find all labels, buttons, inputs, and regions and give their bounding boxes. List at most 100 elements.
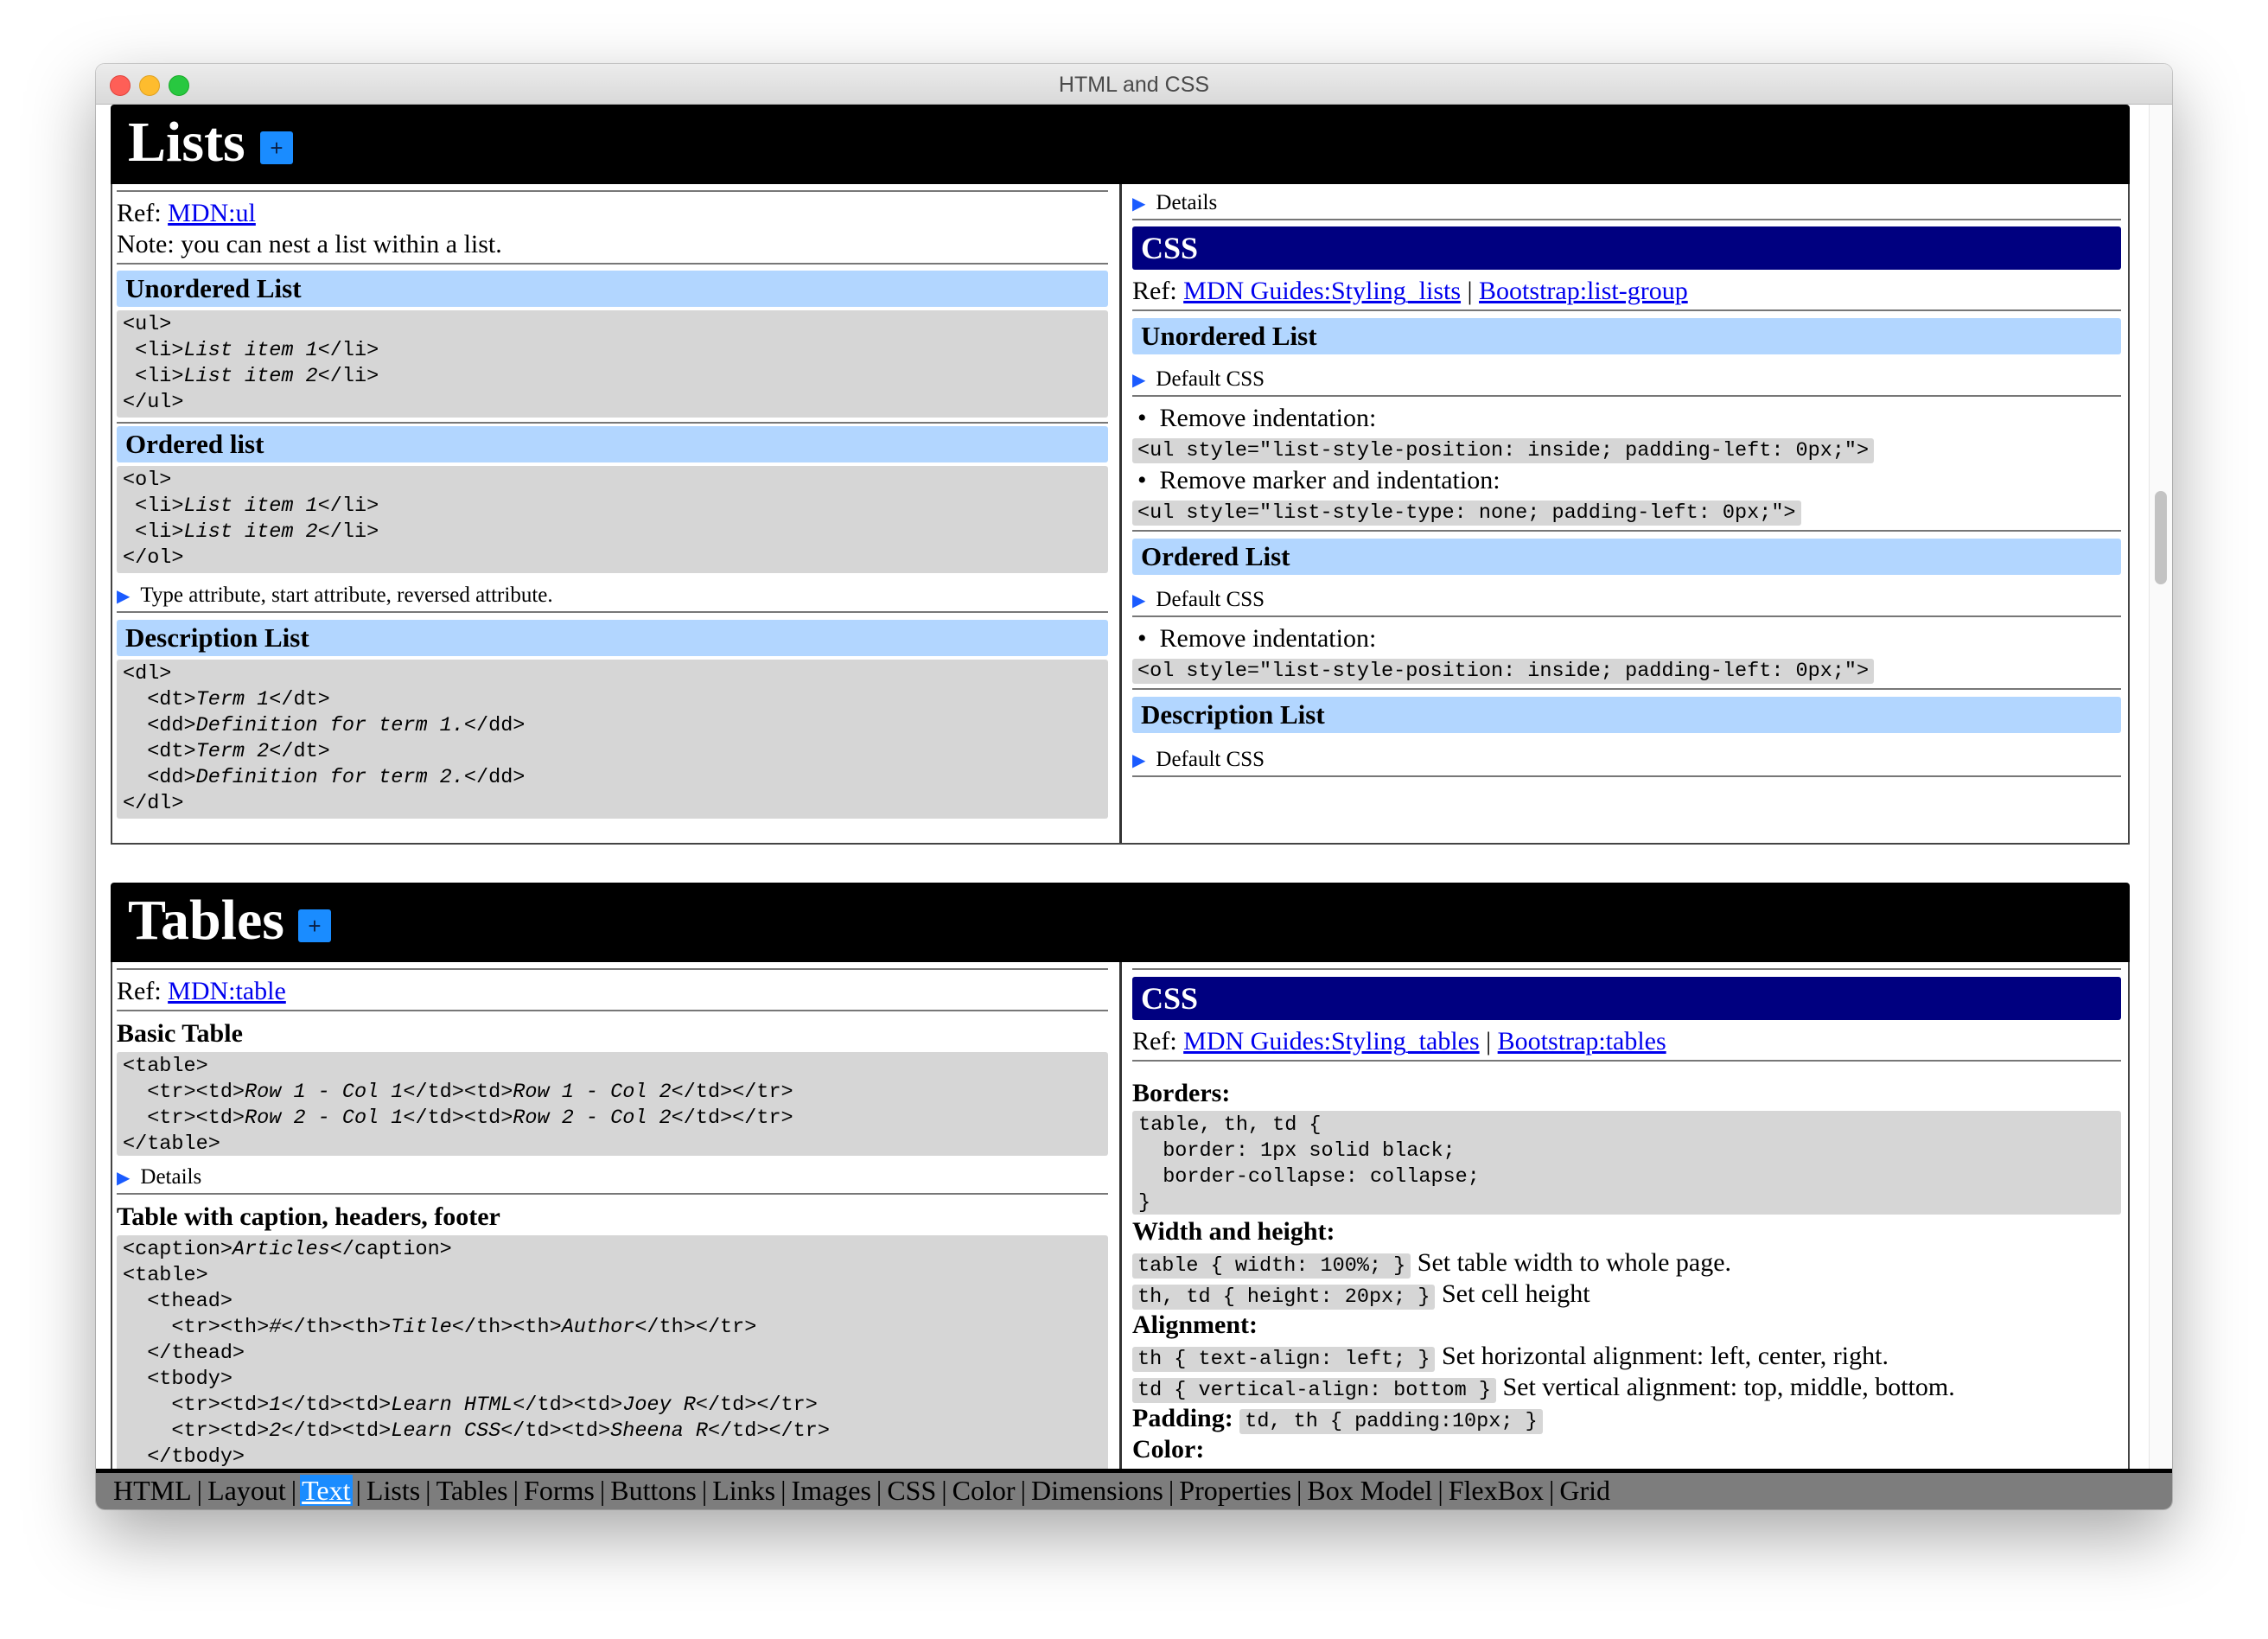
- nav-separator: |: [780, 1475, 787, 1506]
- unordered-list-heading: Unordered List: [117, 271, 1108, 307]
- bootstrap-list-group-link[interactable]: Bootstrap:list-group: [1479, 277, 1688, 305]
- nav-separator: |: [1296, 1475, 1303, 1506]
- nav-link-grid[interactable]: Grid: [1558, 1475, 1612, 1506]
- nav-link-css[interactable]: CSS: [885, 1475, 938, 1506]
- color-heading: Color:: [1132, 1435, 1205, 1464]
- disclosure-triangle-icon: ▶: [1132, 371, 1146, 390]
- title-bar: HTML and CSS: [96, 64, 2172, 105]
- ol-default-css-toggle[interactable]: ▶ Default CSS: [1132, 588, 2121, 612]
- nav-separator: |: [941, 1475, 947, 1506]
- disclosure-triangle-icon: ▶: [117, 587, 131, 606]
- remove-indentation-item: • Remove indentation:: [1137, 404, 1377, 432]
- basic-table-details-toggle[interactable]: ▶ Details: [117, 1165, 1108, 1189]
- tables-css-ref: Ref: MDN Guides:Styling_tables | Bootstr…: [1132, 1027, 1666, 1055]
- basic-table-heading: Basic Table: [117, 1019, 243, 1048]
- ordered-list-heading: Ordered list: [117, 426, 1108, 462]
- tables-ref: Ref: MDN:table: [117, 977, 286, 1005]
- bottom-navigation-bar: HTML | Layout | Text | Lists | Tables | Forms | Butt…: [96, 1469, 2172, 1509]
- ordered-list-code: <ol> <li>List item 1</li> <li>List item …: [117, 466, 1108, 573]
- halign-row: th { text-align: left; } Set horizontal …: [1132, 1342, 2121, 1372]
- height-code: th, td { height: 20px; }: [1132, 1285, 1436, 1310]
- css-unordered-list-heading: Unordered List: [1132, 318, 2121, 354]
- nav-link-dimensions[interactable]: Dimensions: [1029, 1475, 1165, 1506]
- tables-section-header: Tables +: [111, 883, 2130, 962]
- tables-panel: Ref: MDN:table Basic Table <table> <tr><…: [111, 962, 2130, 1469]
- vertical-scrollbar[interactable]: [2149, 105, 2172, 1469]
- width-row: table { width: 100%; } Set table width t…: [1132, 1248, 2121, 1279]
- caption-table-heading: Table with caption, headers, footer: [117, 1202, 500, 1231]
- lists-left-column: Ref: MDN:ul Note: you can nest a list wi…: [117, 184, 1108, 843]
- css-description-list-heading: Description List: [1132, 697, 2121, 733]
- nav-link-tables[interactable]: Tables: [435, 1475, 510, 1506]
- nav-separator: |: [1548, 1475, 1555, 1506]
- mdn-table-link[interactable]: MDN:table: [168, 977, 286, 1005]
- lists-details-toggle[interactable]: ▶ Details: [1132, 191, 2121, 215]
- nav-separator: |: [1168, 1475, 1175, 1506]
- nav-separator: |: [1020, 1475, 1026, 1506]
- tables-expand-button[interactable]: +: [298, 909, 331, 942]
- window-title: HTML and CSS: [1058, 73, 1210, 97]
- css-ordered-list-heading: Ordered List: [1132, 539, 2121, 575]
- ul-default-css-toggle[interactable]: ▶ Default CSS: [1132, 367, 2121, 392]
- lists-expand-button[interactable]: +: [260, 131, 293, 164]
- unordered-list-code: <ul> <li>List item 1</li> <li>List item …: [117, 310, 1108, 418]
- lists-ref: Ref: MDN:ul: [117, 199, 256, 227]
- nav-link-buttons[interactable]: Buttons: [608, 1475, 698, 1506]
- nav-separator: |: [196, 1475, 203, 1506]
- nav-link-images[interactable]: Images: [790, 1475, 873, 1506]
- description-list-code: <dl> <dt>Term 1</dt> <dd>Definition for …: [117, 660, 1108, 819]
- width-height-heading: Width and height:: [1132, 1217, 1335, 1246]
- lists-right-column: ▶ Details CSS Ref: MDN Guides:Styling_lis…: [1132, 184, 2121, 843]
- nav-separator: |: [1437, 1475, 1443, 1506]
- valign-code: td { vertical-align: bottom }: [1132, 1378, 1496, 1403]
- height-row: th, td { height: 20px; } Set cell height: [1132, 1279, 2121, 1310]
- width-code: table { width: 100%; }: [1132, 1253, 1411, 1279]
- borders-code: table, th, td { border: 1px solid black;…: [1132, 1111, 2121, 1215]
- lists-note: Note: you can nest a list within a list.: [117, 230, 502, 258]
- nav-separator: |: [290, 1475, 297, 1506]
- type-attribute-details[interactable]: ▶ Type attribute, start attribute, revers…: [117, 584, 1108, 608]
- lists-css-heading: CSS: [1132, 226, 2121, 270]
- disclosure-triangle-icon: ▶: [1132, 195, 1146, 214]
- nav-separator: |: [701, 1475, 708, 1506]
- mdn-styling-tables-link[interactable]: MDN Guides:Styling_tables: [1183, 1027, 1480, 1055]
- nav-link-layout[interactable]: Layout: [206, 1475, 288, 1506]
- disclosure-triangle-icon: ▶: [1132, 751, 1146, 770]
- tables-section-title: Tables: [128, 889, 284, 952]
- mdn-ul-link[interactable]: MDN:ul: [168, 199, 256, 227]
- disclosure-triangle-icon: ▶: [1132, 591, 1146, 610]
- lists-css-ref: Ref: MDN Guides:Styling_lists | Bootstra…: [1132, 277, 1688, 305]
- nav-separator: |: [599, 1475, 606, 1506]
- nav-link-lists[interactable]: Lists: [365, 1475, 422, 1506]
- ol-remove-indentation-item: • Remove indentation:: [1137, 624, 1377, 653]
- nav-link-forms[interactable]: Forms: [522, 1475, 596, 1506]
- scrollbar-thumb[interactable]: [2155, 491, 2167, 584]
- halign-code: th { text-align: left; }: [1132, 1347, 1436, 1372]
- padding-row: Padding: td, th { padding:10px; }: [1132, 1404, 2121, 1434]
- nav-link-flexbox[interactable]: FlexBox: [1447, 1475, 1545, 1506]
- nav-link-text[interactable]: Text: [300, 1475, 353, 1506]
- nav-link-links[interactable]: Links: [710, 1475, 777, 1506]
- dl-default-css-toggle[interactable]: ▶ Default CSS: [1132, 748, 2121, 772]
- column-divider: [1119, 962, 1122, 1469]
- alignment-heading: Alignment:: [1132, 1311, 1258, 1339]
- lists-section-title: Lists: [128, 111, 245, 174]
- borders-heading: Borders:: [1132, 1079, 1231, 1107]
- nav-separator: |: [425, 1475, 431, 1506]
- nav-link-color[interactable]: Color: [951, 1475, 1017, 1506]
- nav-link-html[interactable]: HTML: [111, 1475, 194, 1506]
- nav-separator: |: [355, 1475, 361, 1506]
- bootstrap-tables-link[interactable]: Bootstrap:tables: [1498, 1027, 1666, 1055]
- padding-code: td, th { padding:10px; }: [1239, 1409, 1543, 1434]
- disclosure-triangle-icon: ▶: [117, 1169, 131, 1188]
- ul-marker-code: <ul style="list-style-type: none; paddin…: [1132, 501, 1801, 526]
- mdn-styling-lists-link[interactable]: MDN Guides:Styling_lists: [1183, 277, 1461, 305]
- description-list-heading: Description List: [117, 620, 1108, 656]
- nav-link-box-model[interactable]: Box Model: [1305, 1475, 1434, 1506]
- column-divider: [1119, 184, 1122, 843]
- nav-link-properties[interactable]: Properties: [1177, 1475, 1293, 1506]
- nav-separator: |: [513, 1475, 519, 1506]
- browser-window: HTML and CSS Lists + Ref: MDN:ul Note: y…: [96, 64, 2172, 1509]
- ul-indent-code: <ul style="list-style-position: inside; …: [1132, 438, 1875, 463]
- ol-indent-code: <ol style="list-style-position: inside; …: [1132, 659, 1875, 684]
